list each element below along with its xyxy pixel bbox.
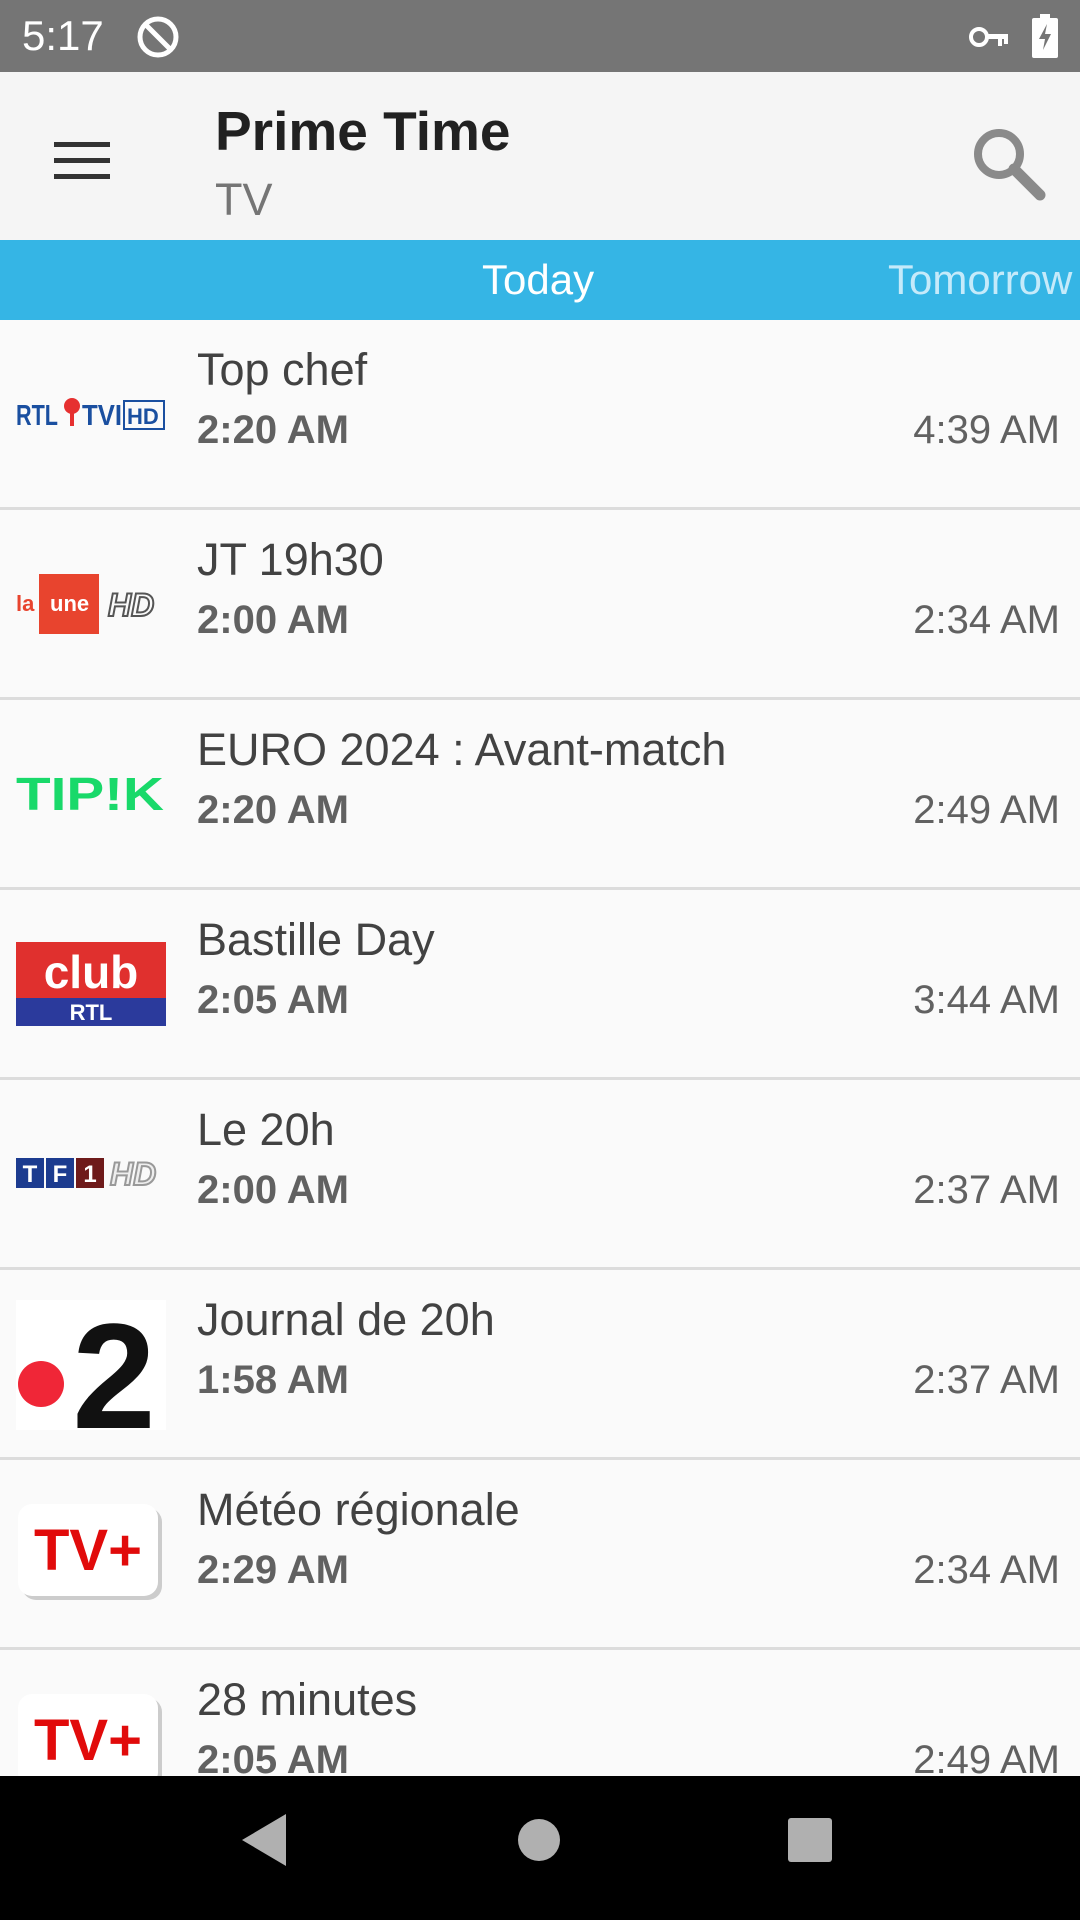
tf1-t-text: T — [23, 1161, 38, 1188]
battery-charging-icon — [1032, 14, 1058, 58]
program-start-time: 2:20 AM — [197, 408, 349, 452]
vpn-key-icon — [969, 27, 1008, 47]
program-start-time: 2:05 AM — [197, 978, 349, 1022]
tipik-logo: TIP!K — [16, 768, 164, 820]
france-2-logo: 2 — [16, 1300, 166, 1430]
program-row[interactable]: la une HD JT 19h30 2:00 AM 2:34 AM — [0, 510, 1080, 700]
search-icon — [974, 129, 1046, 201]
tab-today[interactable]: Today — [482, 240, 594, 320]
program-start-time: 2:00 AM — [197, 598, 349, 642]
france-2-text: 2 — [72, 1300, 155, 1430]
hd-text: HD — [127, 404, 159, 429]
hd-text: HD — [108, 587, 154, 623]
program-row[interactable]: RTL TVI HD Top chef 2:20 AM 4:39 AM — [0, 320, 1080, 510]
program-list: RTL TVI HD Top chef 2:20 AM 4:39 AM la u… — [0, 320, 1080, 1776]
club-rtl-logo: club RTL — [16, 942, 166, 1026]
tipik-text: TIP!K — [16, 768, 164, 820]
program-start-time: 2:00 AM — [197, 1168, 349, 1212]
program-end-time: 2:49 AM — [913, 788, 1060, 832]
program-end-time: 2:34 AM — [913, 598, 1060, 642]
back-triangle-icon[interactable] — [240, 1812, 290, 1868]
search-button[interactable] — [950, 110, 1060, 214]
program-title: JT 19h30 — [197, 534, 384, 585]
tf1-1-text: 1 — [83, 1161, 96, 1188]
status-bar: 5:17 — [0, 0, 1080, 72]
la-text: la — [16, 591, 35, 616]
program-row[interactable]: TV+ Météo régionale 2:29 AM 2:34 AM — [0, 1460, 1080, 1650]
program-end-time: 2:49 AM — [913, 1738, 1060, 1776]
program-title: Bastille Day — [197, 914, 435, 965]
tvi-text: TVI — [82, 400, 122, 432]
program-end-time: 4:39 AM — [913, 408, 1060, 452]
page-subtitle: TV — [215, 174, 273, 225]
recents-square-icon[interactable] — [786, 1812, 834, 1868]
menu-button[interactable] — [30, 110, 134, 214]
une-text: une — [50, 591, 89, 616]
page-title: Prime Time — [215, 100, 511, 162]
program-end-time: 2:34 AM — [913, 1548, 1060, 1592]
day-tabs: Today Tomorrow — [0, 240, 1080, 320]
france-2-dot — [18, 1361, 64, 1407]
program-title: Météo régionale — [197, 1484, 520, 1535]
program-row[interactable]: 2 Journal de 20h 1:58 AM 2:37 AM — [0, 1270, 1080, 1460]
tf1-hd-logo: T F 1 HD — [16, 1155, 157, 1193]
rtl-dot — [64, 398, 80, 414]
home-circle-icon[interactable] — [516, 1812, 562, 1868]
rtl-dot-stem — [70, 412, 74, 426]
program-start-time: 2:29 AM — [197, 1548, 349, 1592]
la-une-hd-logo: la une HD — [16, 574, 155, 634]
status-time: 5:17 — [22, 12, 104, 59]
program-start-time: 1:58 AM — [197, 1358, 349, 1402]
program-row[interactable]: club RTL Bastille Day 2:05 AM 3:44 AM — [0, 890, 1080, 1080]
hamburger-icon — [54, 142, 110, 179]
tv-plus-logo: TV+ — [18, 1694, 162, 1776]
sync-off-icon — [137, 16, 179, 58]
rtl-tvi-hd-logo: RTL TVI HD — [16, 398, 165, 432]
club-rtl-text: RTL — [70, 1000, 113, 1025]
program-title: Top chef — [197, 344, 368, 395]
program-end-time: 3:44 AM — [913, 978, 1060, 1022]
tv-plus-text: TV+ — [34, 1518, 142, 1583]
program-start-time: 2:20 AM — [197, 788, 349, 832]
program-title: EURO 2024 : Avant-match — [197, 724, 727, 775]
hd-text: HD — [110, 1156, 156, 1192]
tab-tomorrow[interactable]: Tomorrow — [888, 240, 1072, 320]
tv-plus-logo: TV+ — [18, 1504, 162, 1600]
navigation-bar — [0, 1776, 1080, 1920]
program-end-time: 2:37 AM — [913, 1168, 1060, 1212]
program-row[interactable]: TIP!K EURO 2024 : Avant-match 2:20 AM 2:… — [0, 700, 1080, 890]
tv-plus-text: TV+ — [34, 1708, 142, 1773]
program-start-time: 2:05 AM — [197, 1738, 349, 1776]
program-row[interactable]: TV+ 28 minutes 2:05 AM 2:49 AM — [0, 1650, 1080, 1776]
club-text: club — [44, 946, 139, 998]
program-row[interactable]: T F 1 HD Le 20h 2:00 AM 2:37 AM — [0, 1080, 1080, 1270]
tf1-f-text: F — [53, 1161, 68, 1188]
program-title: Journal de 20h — [197, 1294, 495, 1345]
rtl-text: RTL — [16, 400, 58, 432]
program-title: Le 20h — [197, 1104, 335, 1155]
program-title: 28 minutes — [197, 1674, 418, 1725]
program-end-time: 2:37 AM — [913, 1358, 1060, 1402]
app-bar: Prime Time TV — [0, 72, 1080, 241]
